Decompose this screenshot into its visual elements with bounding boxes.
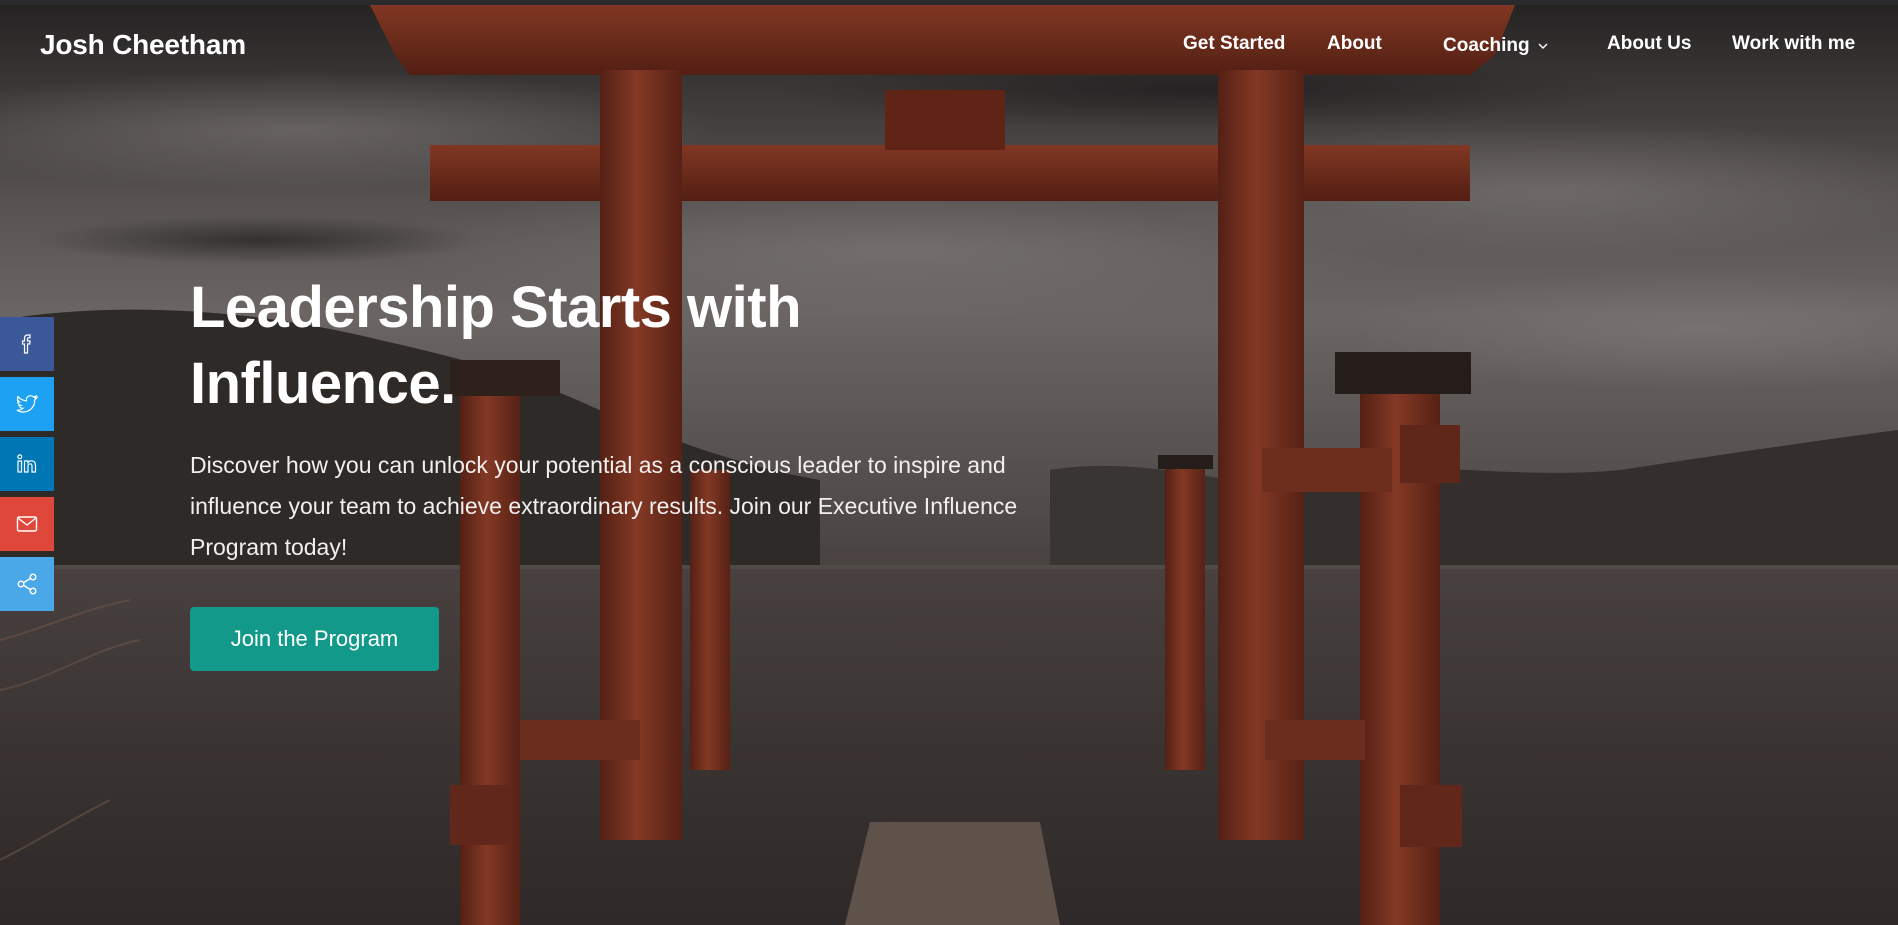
nav-item-coaching[interactable]: Coaching bbox=[1443, 33, 1548, 57]
social-share-bar bbox=[0, 317, 54, 617]
share-email-button[interactable] bbox=[0, 497, 54, 551]
hero-title: Leadership Starts with Influence. bbox=[190, 270, 890, 422]
facebook-icon bbox=[21, 334, 31, 354]
main-nav: Get Started About Coaching About Us Work… bbox=[0, 33, 1898, 73]
chevron-down-icon bbox=[1538, 33, 1548, 55]
nav-item-about[interactable]: About bbox=[1327, 33, 1382, 55]
nav-item-get-started[interactable]: Get Started bbox=[1183, 33, 1285, 55]
nav-item-about-us[interactable]: About Us bbox=[1607, 33, 1691, 55]
site-header: Josh Cheetham Get Started About Coaching… bbox=[0, 5, 1898, 85]
page: Josh Cheetham Get Started About Coaching… bbox=[0, 0, 1898, 925]
linkedin-icon bbox=[17, 454, 37, 473]
join-program-button[interactable]: Join the Program bbox=[190, 607, 439, 671]
share-linkedin-button[interactable] bbox=[0, 437, 54, 491]
nav-item-work-with-me[interactable]: Work with me bbox=[1732, 33, 1855, 55]
mail-icon bbox=[16, 516, 38, 532]
share-icon bbox=[17, 573, 37, 595]
share-twitter-button[interactable] bbox=[0, 377, 54, 431]
hero-description: Discover how you can unlock your potenti… bbox=[190, 452, 1018, 560]
nav-item-coaching-label: Coaching bbox=[1443, 35, 1530, 56]
share-more-button[interactable] bbox=[0, 557, 54, 611]
twitter-icon bbox=[16, 394, 39, 413]
hero-title-line-2: Influence. bbox=[190, 351, 456, 416]
share-facebook-button[interactable] bbox=[0, 317, 54, 371]
hero-title-line-1: Leadership Starts with bbox=[190, 275, 802, 340]
